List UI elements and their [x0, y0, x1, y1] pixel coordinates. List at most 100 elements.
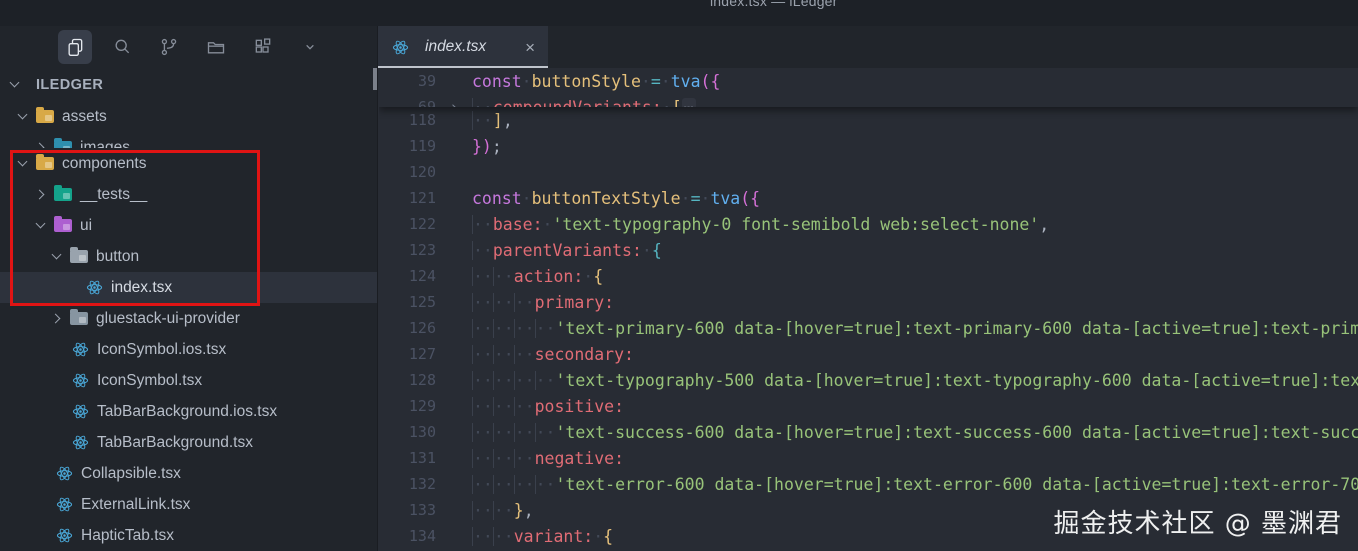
line-number: 133 — [408, 501, 436, 519]
code-line-119[interactable]: 119 }); — [379, 133, 1358, 159]
code-line-129[interactable]: 129 ······positive: — [379, 393, 1358, 419]
folder-icon — [70, 309, 88, 325]
more-views-chevron-icon[interactable] — [293, 30, 327, 64]
line-number: 123 — [408, 241, 436, 259]
line-number: 39 — [417, 72, 436, 90]
code-line-122[interactable]: 122 ··base:·'text-typography-0 font-semi… — [379, 211, 1358, 237]
tree-item--tests-[interactable]: __tests__ — [0, 179, 377, 210]
tree-item-label: IconSymbol.ios.tsx — [97, 340, 227, 358]
tree-item-externallink-tsx[interactable]: ExternalLink.tsx — [0, 489, 377, 520]
code-text: ······secondary: — [472, 344, 634, 364]
code-line-124[interactable]: 124 ····action:·{ — [379, 263, 1358, 289]
code-line-132[interactable]: 132 ········'text-error-600 data-[hover=… — [379, 471, 1358, 497]
code-text: ······primary: — [472, 292, 615, 312]
code-line-126[interactable]: 126 ········'text-primary-600 data-[hove… — [379, 315, 1358, 341]
code-text: ··compoundVariants:·[⋯ — [472, 97, 1358, 107]
code-text: ··], — [472, 110, 513, 130]
code-text: ····action:·{ — [472, 266, 604, 286]
line-number: 129 — [408, 397, 436, 415]
code-text: }); — [472, 136, 502, 156]
code-text: ······negative: — [472, 448, 625, 468]
vscode-window: index.tsx — iLedger index.tsx × ILEDGER … — [0, 0, 1358, 551]
code-line-69[interactable]: 69 › ··compoundVariants:·[⋯ — [379, 94, 1358, 107]
tree-item-ui[interactable]: ui — [0, 210, 377, 241]
project-section-header[interactable]: ILEDGER — [0, 68, 377, 101]
top-band: index.tsx × — [0, 26, 1358, 68]
tree-chevron-icon[interactable] — [34, 140, 49, 148]
tab-close-icon[interactable]: × — [522, 39, 538, 56]
tree-item-collapsible-tsx[interactable]: Collapsible.tsx — [0, 458, 377, 489]
line-number: 126 — [408, 319, 436, 337]
tree-item-iconsymbol-ios-tsx[interactable]: IconSymbol.ios.tsx — [0, 334, 377, 365]
tree-item-gluestack-ui-provider[interactable]: gluestack-ui-provider — [0, 303, 377, 334]
code-line-125[interactable]: 125 ······primary: — [379, 289, 1358, 315]
files-explorer-icon[interactable] — [58, 30, 92, 64]
tree-item-label: ExternalLink.tsx — [81, 495, 191, 513]
code-line-118[interactable]: 118 ··], — [379, 107, 1358, 133]
code-text: ··base:·'text-typography-0 font-semibold… — [472, 214, 1050, 234]
code-line-39[interactable]: 39 const·buttonStyle·=·tva({ — [379, 68, 1358, 94]
tree-item-label: components — [62, 154, 147, 172]
tree-chevron-icon[interactable] — [16, 156, 31, 171]
tree-item-button[interactable]: button — [0, 241, 377, 272]
chevron-down-icon — [8, 77, 23, 92]
code-line-127[interactable]: 127 ······secondary: — [379, 341, 1358, 367]
code-line-128[interactable]: 128 ········'text-typography-500 data-[h… — [379, 367, 1358, 393]
tree-item-label: assets — [62, 107, 107, 125]
line-number: 69 — [417, 98, 436, 107]
tree-chevron-icon[interactable] — [34, 218, 49, 233]
code-line-130[interactable]: 130 ········'text-success-600 data-[hove… — [379, 419, 1358, 445]
tree-item-tabbarbackground-ios-tsx[interactable]: TabBarBackground.ios.tsx — [0, 396, 377, 427]
tree-chevron-icon[interactable] — [50, 249, 65, 264]
tree-chevron-icon[interactable] — [34, 187, 49, 202]
code-line-121[interactable]: 121 const·buttonTextStyle·=·tva({ — [379, 185, 1358, 211]
line-number: 120 — [408, 163, 436, 181]
code-editor[interactable]: 39 const·buttonStyle·=·tva({ 69 › ··comp… — [379, 68, 1358, 551]
file-tree: assets images components __tests__ ui bu… — [0, 101, 377, 551]
source-control-icon[interactable] — [152, 30, 186, 64]
tree-item-label: HapticTab.tsx — [81, 526, 175, 544]
tree-item-images[interactable]: images — [0, 132, 377, 148]
tab-index-tsx[interactable]: index.tsx × — [378, 26, 548, 68]
search-icon[interactable] — [105, 30, 139, 64]
sticky-line-2-clipped: 69 › ··compoundVariants:·[⋯ — [379, 94, 1358, 107]
line-number: 121 — [408, 189, 436, 207]
tree-item-label: ui — [80, 216, 93, 234]
code-text: ········'text-success-600 data-[hover=tr… — [472, 422, 1358, 442]
tree-item-label: Collapsible.tsx — [81, 464, 181, 482]
code-text: ······positive: — [472, 396, 625, 416]
tree-chevron-icon[interactable] — [16, 109, 31, 124]
tree-item-assets[interactable]: assets — [0, 101, 377, 132]
code-lines: 118 ··], 119 }); 120 121 const·buttonTex… — [379, 107, 1358, 549]
folder-icon — [36, 107, 54, 123]
tree-item-index-tsx[interactable]: index.tsx — [0, 272, 377, 303]
code-text: const·buttonStyle·=·tva({ — [472, 71, 721, 91]
tree-item-components[interactable]: components — [0, 148, 377, 179]
line-number: 132 — [408, 475, 436, 493]
tab-label: index.tsx — [425, 38, 487, 55]
line-number: 128 — [408, 371, 436, 389]
code-line-120[interactable]: 120 — [379, 159, 1358, 185]
fold-chevron-icon[interactable]: › — [436, 98, 472, 107]
line-number: 119 — [408, 137, 436, 155]
folder-icon — [70, 247, 88, 263]
extensions-icon[interactable] — [246, 30, 280, 64]
tree-item-label: images — [80, 138, 130, 149]
tree-item-haptictab-tsx[interactable]: HapticTab.tsx — [0, 520, 377, 551]
folder-icon — [54, 216, 72, 232]
react-file-icon — [72, 372, 89, 389]
code-line-131[interactable]: 131 ······negative: — [379, 445, 1358, 471]
line-number: 122 — [408, 215, 436, 233]
code-line-123[interactable]: 123 ··parentVariants:·{ — [379, 237, 1358, 263]
react-file-icon — [56, 527, 73, 544]
tree-item-label: button — [96, 247, 140, 265]
sticky-scroll[interactable]: 39 const·buttonStyle·=·tva({ 69 › ··comp… — [379, 68, 1358, 107]
line-number: 134 — [408, 527, 436, 545]
tree-item-iconsymbol-tsx[interactable]: IconSymbol.tsx — [0, 365, 377, 396]
sidebar-scrollbar[interactable] — [373, 68, 377, 90]
tree-item-tabbarbackground-tsx[interactable]: TabBarBackground.tsx — [0, 427, 377, 458]
title-bar: index.tsx — iLedger — [0, 0, 1358, 26]
sticky-line-1: 39 const·buttonStyle·=·tva({ — [379, 68, 1358, 94]
tree-chevron-icon[interactable] — [50, 311, 65, 326]
open-folder-icon[interactable] — [199, 30, 233, 64]
